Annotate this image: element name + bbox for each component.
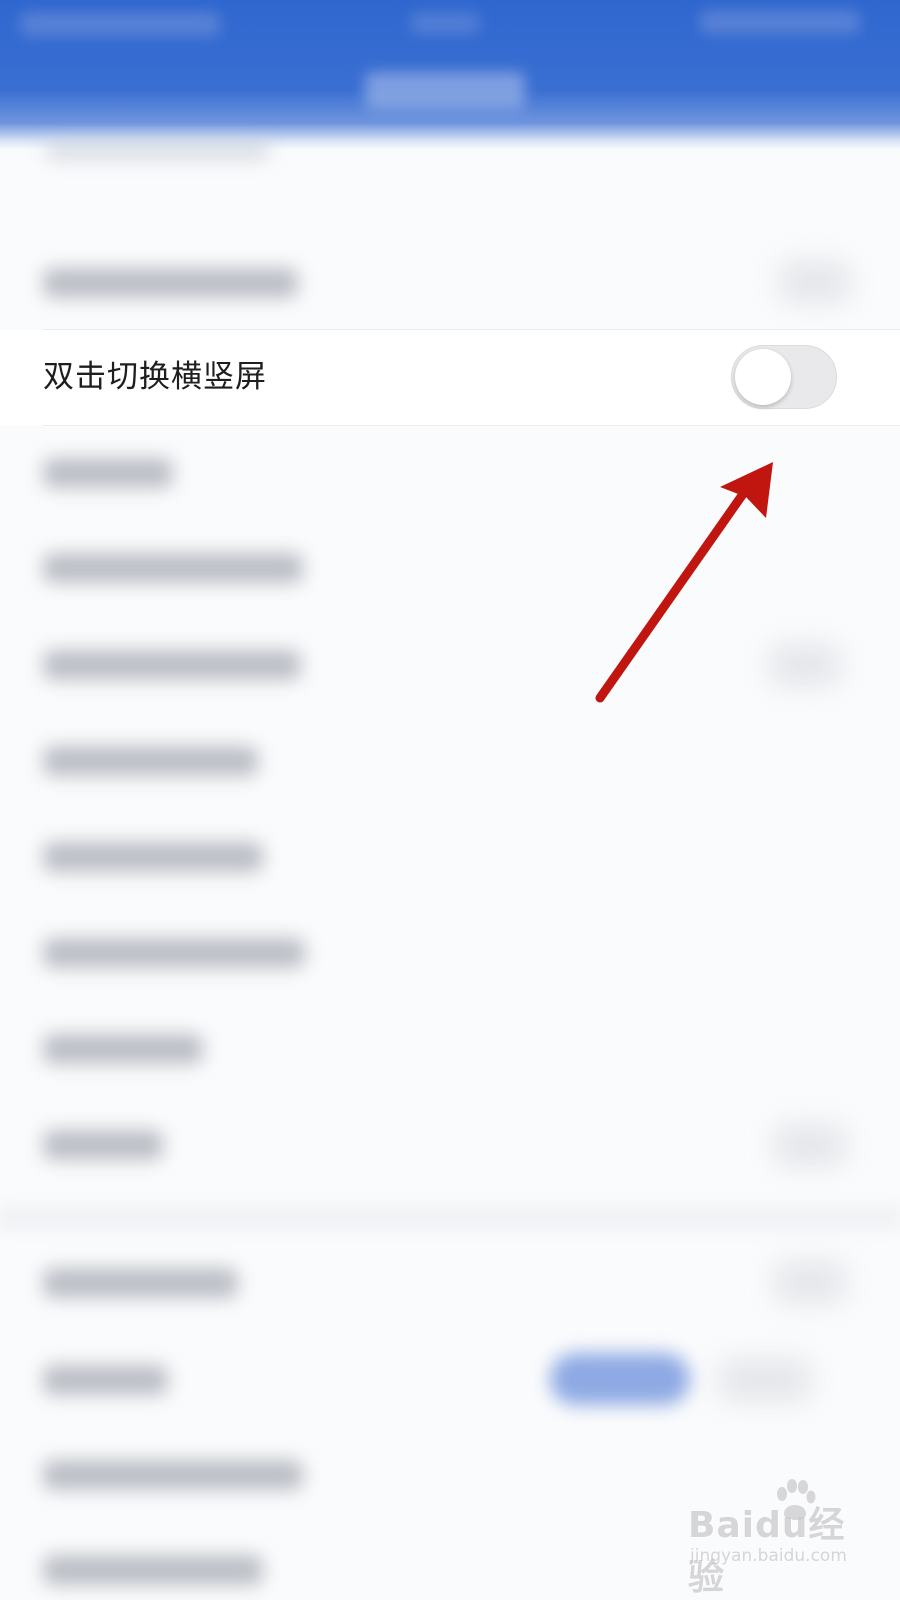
arrow-shaft [595,479,755,703]
baidu-jingyan-watermark: Baidu经验 jingyan.baidu.com [688,1478,878,1598]
annotation-arrow [595,462,773,703]
settings-screen: 双击切换横竖屏 Baidu经验 jingyan.baidu.com [0,0,900,1600]
watermark-url: jingyan.baidu.com [690,1546,847,1566]
